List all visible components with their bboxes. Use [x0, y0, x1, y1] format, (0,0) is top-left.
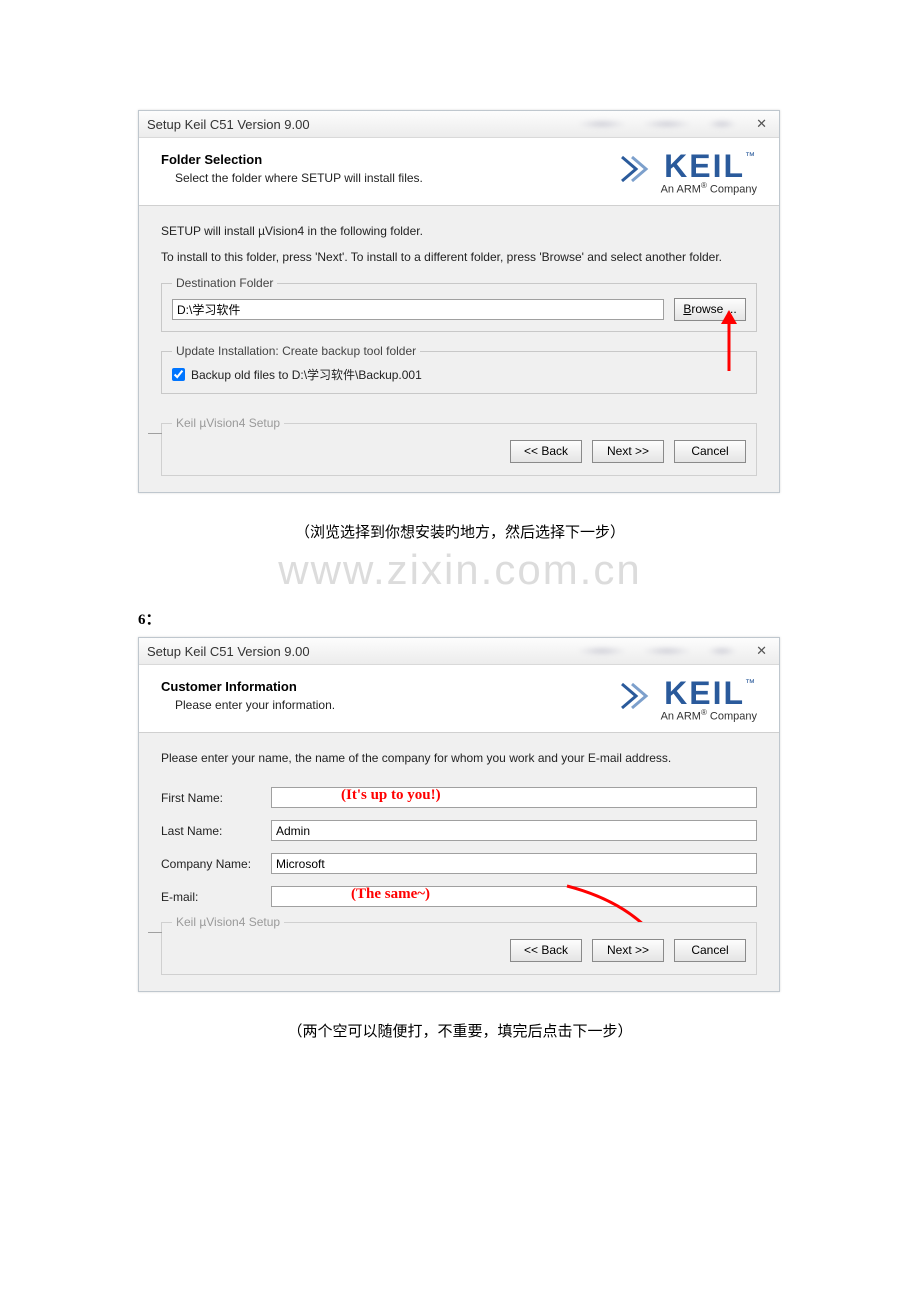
header-title: Folder Selection	[161, 152, 423, 167]
window-title: Setup Keil C51 Version 9.00	[147, 644, 310, 659]
dialog-header: Customer Information Please enter your i…	[139, 665, 779, 733]
last-name-input[interactable]	[271, 820, 757, 841]
folder-selection-dialog: Setup Keil C51 Version 9.00 ✕ Folder Sel…	[138, 110, 780, 493]
company-name-input[interactable]	[271, 853, 757, 874]
backup-checkbox[interactable]	[172, 368, 185, 381]
company-name-label: Company Name:	[161, 857, 271, 871]
dialog-body: SETUP will install µVision4 in the follo…	[139, 206, 779, 412]
keil-chevrons-icon	[620, 155, 660, 183]
email-label: E-mail:	[161, 890, 271, 904]
browse-button[interactable]: Browse ...	[674, 298, 746, 321]
cancel-button[interactable]: Cancel	[674, 440, 746, 463]
next-button[interactable]: Next >>	[592, 939, 664, 962]
customer-info-dialog: Setup Keil C51 Version 9.00 ✕ Customer I…	[138, 637, 780, 992]
backup-label: Backup old files to D:\学习软件\Backup.001	[191, 366, 422, 383]
close-icon[interactable]: ✕	[752, 116, 771, 132]
footer-group: — Keil µVision4 Setup << Back Next >> Ca…	[161, 915, 757, 975]
header-title: Customer Information	[161, 679, 335, 694]
dialog-header: Folder Selection Select the folder where…	[139, 138, 779, 206]
header-subtitle: Select the folder where SETUP will insta…	[175, 171, 423, 185]
title-bar: Setup Keil C51 Version 9.00 ✕	[139, 111, 779, 138]
body-text-2: To install to this folder, press 'Next'.…	[161, 250, 757, 264]
email-input[interactable]	[271, 886, 757, 907]
destination-folder-group: Destination Folder Browse ...	[161, 276, 757, 332]
header-subtitle: Please enter your information.	[175, 698, 335, 712]
dialog-body: Please enter your name, the name of the …	[139, 733, 779, 911]
step-6-label: 6：	[138, 608, 782, 629]
window-title: Setup Keil C51 Version 9.00	[147, 117, 310, 132]
first-name-input[interactable]	[271, 787, 757, 808]
first-name-label: First Name:	[161, 791, 271, 805]
keil-logo: KEIL™ An ARM® Company	[620, 679, 757, 722]
body-text-1: SETUP will install µVision4 in the follo…	[161, 224, 757, 238]
cancel-button[interactable]: Cancel	[674, 939, 746, 962]
last-name-label: Last Name:	[161, 824, 271, 838]
destination-folder-legend: Destination Folder	[172, 276, 277, 290]
body-text: Please enter your name, the name of the …	[161, 751, 757, 765]
caption-2: （两个空可以随便打，不重要，填完后点击下一步）	[138, 1020, 782, 1041]
footer-legend: Keil µVision4 Setup	[172, 915, 284, 929]
caption-1: （浏览选择到你想安装旳地方，然后选择下一步）	[138, 521, 782, 542]
watermark-text: www.zixin.com.cn	[138, 546, 782, 594]
back-button[interactable]: << Back	[510, 440, 582, 463]
update-installation-group: Update Installation: Create backup tool …	[161, 344, 757, 394]
destination-path-input[interactable]	[172, 299, 664, 320]
update-installation-legend: Update Installation: Create backup tool …	[172, 344, 420, 358]
next-button[interactable]: Next >>	[592, 440, 664, 463]
close-icon[interactable]: ✕	[752, 643, 771, 659]
back-button[interactable]: << Back	[510, 939, 582, 962]
keil-logo: KEIL™ An ARM® Company	[620, 152, 757, 195]
keil-chevrons-icon	[620, 682, 660, 710]
footer-group: — Keil µVision4 Setup << Back Next >> Ca…	[161, 416, 757, 476]
title-bar: Setup Keil C51 Version 9.00 ✕	[139, 638, 779, 665]
footer-legend: Keil µVision4 Setup	[172, 416, 284, 430]
